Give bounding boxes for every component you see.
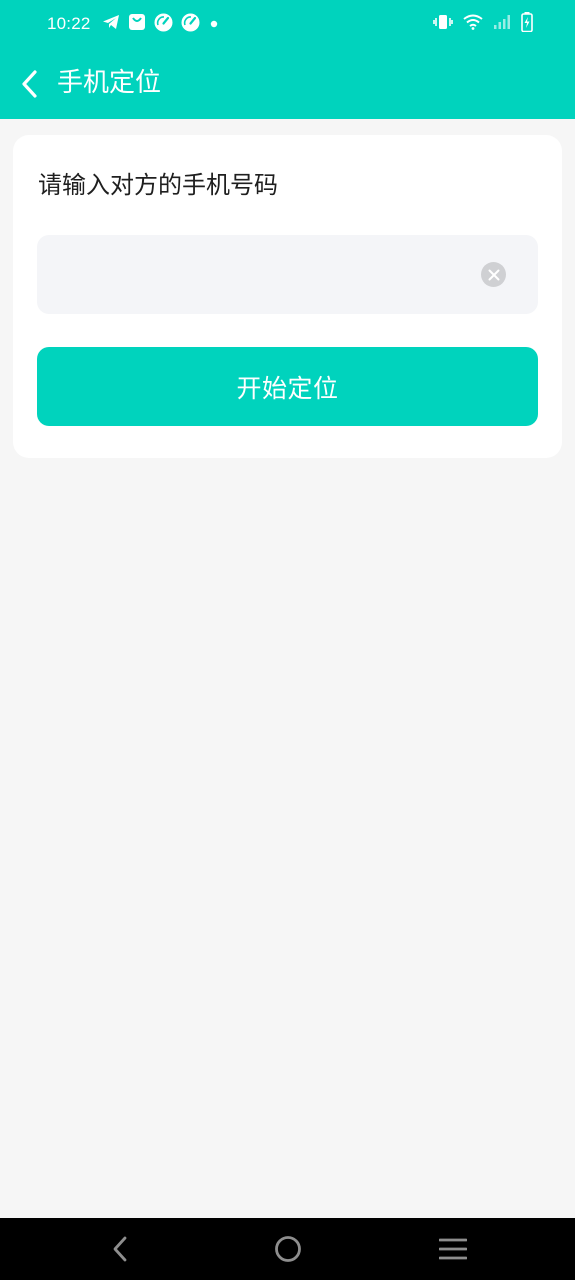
system-status-icons (433, 12, 533, 36)
nav-home-icon (275, 1236, 301, 1262)
signal-icon (493, 14, 511, 34)
nav-home-button[interactable] (268, 1230, 308, 1268)
start-locate-button[interactable]: 开始定位 (37, 347, 538, 426)
clear-input-button[interactable] (481, 262, 506, 287)
system-nav-bar (0, 1218, 575, 1280)
telegram-icon (102, 14, 120, 34)
vibrate-icon (433, 14, 453, 34)
status-bar: 10:22 (0, 0, 575, 48)
phone-prompt-label: 请输入对方的手机号码 (38, 171, 278, 199)
nav-menu-button[interactable] (433, 1230, 473, 1268)
wifi-icon (463, 14, 483, 34)
locate-form-card: 请输入对方的手机号码 开始定位 (13, 135, 562, 458)
notification-icons (102, 13, 220, 36)
back-button[interactable] (12, 66, 48, 102)
nav-menu-icon (439, 1238, 467, 1260)
clear-circle-icon (488, 269, 499, 280)
phone-number-input[interactable] (55, 235, 455, 314)
phone-field (37, 235, 538, 314)
notification-dot-icon (208, 15, 220, 34)
page-title: 手机定位 (57, 68, 162, 98)
speedometer-icon (154, 13, 173, 36)
battery-charging-icon (521, 12, 533, 36)
status-time: 10:22 (47, 14, 91, 33)
chevron-left-icon (22, 70, 37, 98)
nav-back-button[interactable] (101, 1230, 141, 1268)
app-bar: 手机定位 (0, 48, 575, 119)
shopping-bag-icon (128, 13, 146, 35)
nav-back-icon (113, 1236, 127, 1262)
speedometer-icon (181, 13, 200, 36)
start-locate-button-label: 开始定位 (236, 373, 339, 403)
